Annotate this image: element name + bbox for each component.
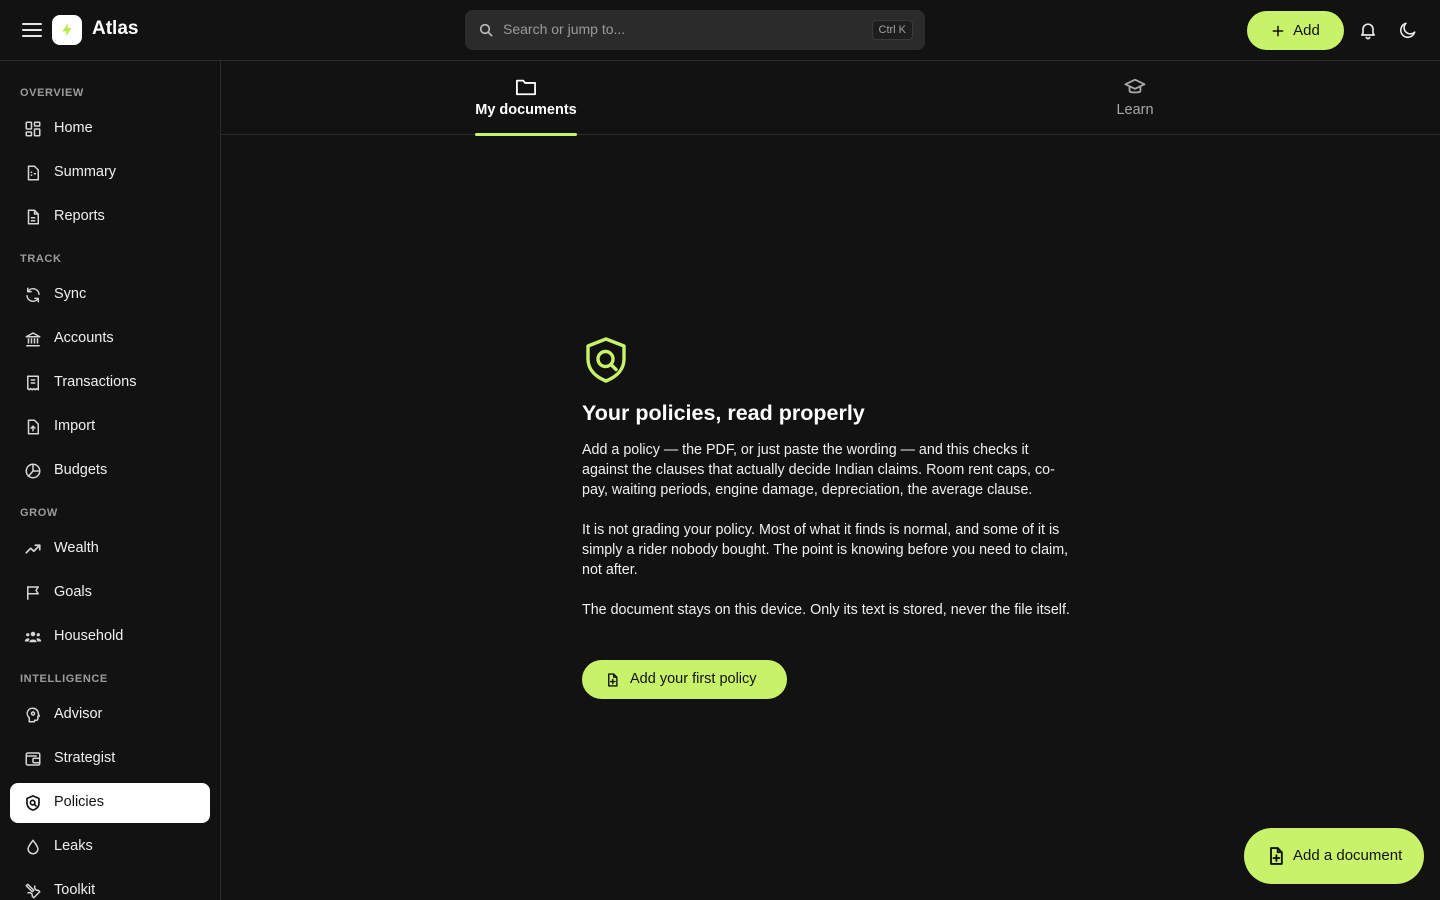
sidebar-item-label: Import: [54, 418, 96, 434]
top-bar: Atlas Search or jump to... Ctrl K Add: [0, 0, 1440, 61]
sidebar-item-household[interactable]: Household: [10, 617, 210, 657]
sidebar-section-grow: GROW: [20, 507, 58, 519]
add-document-label: Add a document: [1293, 847, 1403, 864]
add-first-policy-label: Add your first policy: [630, 671, 757, 687]
sidebar: OVERVIEW Home Summary Reports TRACK Sync…: [0, 61, 221, 900]
sidebar-item-label: Wealth: [54, 540, 99, 556]
sidebar-item-leaks[interactable]: Leaks: [10, 827, 210, 867]
add-first-policy-button[interactable]: Add your first policy: [582, 660, 787, 699]
app-title: Atlas: [92, 18, 139, 39]
sidebar-item-home[interactable]: Home: [10, 109, 210, 149]
flag-icon: [24, 584, 42, 602]
tools-icon: [24, 882, 42, 900]
pie-icon: [24, 462, 42, 480]
search-placeholder: Search or jump to...: [503, 21, 626, 37]
sidebar-section-intelligence: INTELLIGENCE: [20, 673, 108, 685]
sidebar-item-reports[interactable]: Reports: [10, 197, 210, 237]
shield-icon: [24, 794, 42, 812]
people-icon: [24, 628, 42, 646]
sidebar-item-sync[interactable]: Sync: [10, 275, 210, 315]
file-plus-icon: [605, 672, 620, 688]
sidebar-section-overview: OVERVIEW: [20, 87, 84, 99]
receipt-icon: [24, 374, 42, 392]
document-tabs: My documents Learn: [221, 61, 1440, 136]
sync-icon: [24, 286, 42, 304]
plus-icon: [1271, 24, 1285, 38]
drop-icon: [24, 838, 42, 856]
advisor-icon: [24, 706, 42, 724]
sidebar-item-goals[interactable]: Goals: [10, 573, 210, 613]
sidebar-item-toolkit[interactable]: Toolkit: [10, 871, 210, 900]
sidebar-item-label: Leaks: [54, 838, 93, 854]
sidebar-item-strategist[interactable]: Strategist: [10, 739, 210, 779]
search-input[interactable]: Search or jump to... Ctrl K: [465, 10, 925, 50]
tab-label: Learn: [1116, 102, 1154, 118]
search-shortcut-badge: Ctrl K: [871, 20, 913, 40]
bank-icon: [24, 330, 42, 348]
sidebar-item-advisor[interactable]: Advisor: [10, 695, 210, 735]
sidebar-item-label: Goals: [54, 584, 92, 600]
sidebar-item-summary[interactable]: Summary: [10, 153, 210, 193]
shield-search-icon: [584, 336, 628, 384]
sidebar-item-label: Advisor: [54, 706, 103, 722]
tab-learn[interactable]: Learn: [1105, 61, 1165, 135]
search-icon: [478, 22, 494, 38]
file-plus-icon: [1266, 845, 1286, 867]
sidebar-item-label: Strategist: [54, 750, 116, 766]
menu-icon[interactable]: [20, 18, 44, 42]
sidebar-item-wealth[interactable]: Wealth: [10, 529, 210, 569]
empty-state-paragraph: Add a policy — the PDF, or just paste th…: [582, 442, 1055, 498]
sidebar-item-accounts[interactable]: Accounts: [10, 319, 210, 359]
sidebar-item-label: Accounts: [54, 330, 114, 346]
bolt-icon: [59, 22, 75, 38]
sidebar-item-label: Sync: [54, 286, 87, 302]
tab-my-documents[interactable]: My documents: [475, 61, 577, 136]
sidebar-item-label: Household: [54, 628, 124, 644]
tab-label: My documents: [475, 102, 577, 118]
bell-icon[interactable]: [1358, 20, 1378, 40]
empty-state-title: Your policies, read properly: [582, 401, 865, 425]
sidebar-item-transactions[interactable]: Transactions: [10, 363, 210, 403]
document-icon: [24, 208, 42, 226]
sidebar-item-policies[interactable]: Policies: [10, 783, 210, 823]
sidebar-item-label: Budgets: [54, 462, 108, 478]
add-document-button[interactable]: Add a document: [1244, 828, 1424, 884]
strategist-icon: [24, 750, 42, 768]
sidebar-item-label: Home: [54, 120, 93, 136]
add-button[interactable]: Add: [1247, 11, 1344, 50]
sidebar-item-label: Reports: [54, 208, 105, 224]
empty-state-paragraph: The document stays on this device. Only …: [582, 602, 1070, 618]
sidebar-item-label: Summary: [54, 164, 117, 180]
sidebar-item-import[interactable]: Import: [10, 407, 210, 447]
grid-icon: [24, 120, 42, 138]
empty-state-paragraph: It is not grading your policy. Most of w…: [582, 522, 1069, 578]
sidebar-item-budgets[interactable]: Budgets: [10, 451, 210, 491]
sidebar-item-label: Toolkit: [54, 882, 96, 898]
trend-icon: [24, 540, 42, 558]
add-button-label: Add: [1293, 22, 1320, 39]
summary-icon: [24, 164, 42, 182]
sidebar-item-label: Policies: [54, 794, 104, 810]
graduation-cap-icon: [1124, 77, 1146, 97]
active-tab-indicator: [475, 133, 577, 136]
moon-icon[interactable]: [1398, 20, 1418, 40]
app-logo[interactable]: [52, 15, 82, 45]
upload-file-icon: [24, 418, 42, 436]
sidebar-section-track: TRACK: [20, 253, 62, 265]
folder-icon: [515, 77, 537, 97]
sidebar-item-label: Transactions: [54, 374, 137, 390]
